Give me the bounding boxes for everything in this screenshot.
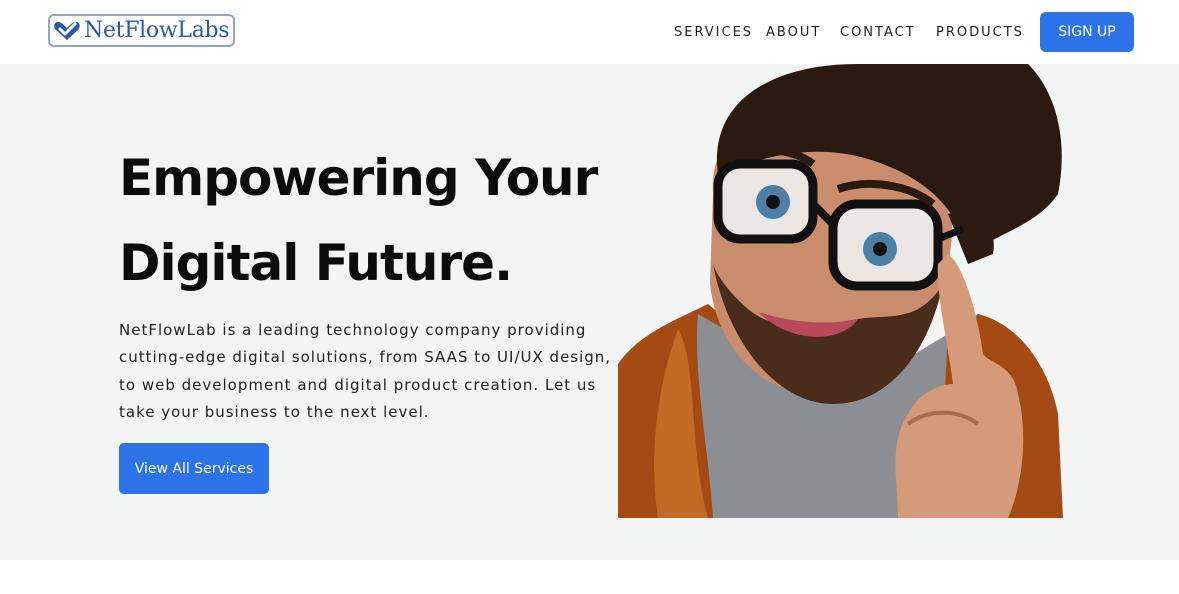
hero-headline-line-2: Digital Future. <box>119 234 513 292</box>
heart-check-icon <box>54 21 80 40</box>
hero-headline: Empowering Your Digital Future. <box>119 136 619 306</box>
logo[interactable]: NetFlowLabs <box>48 14 235 47</box>
logo-text: NetFlowLabs <box>84 18 230 43</box>
page-bottom-strip <box>0 560 1179 594</box>
signup-button[interactable]: SIGN UP <box>1040 12 1134 52</box>
nav-products[interactable]: PRODUCTS <box>936 25 1024 41</box>
hero-section: Empowering Your Digital Future. NetFlowL… <box>0 64 1179 560</box>
nav-contact[interactable]: CONTACT <box>840 25 916 41</box>
nav-services[interactable]: SERVICES <box>674 25 753 41</box>
hero-description: NetFlowLab is a leading technology compa… <box>119 321 612 421</box>
view-all-services-button[interactable]: View All Services <box>119 443 269 494</box>
nav-about[interactable]: ABOUT <box>766 25 821 41</box>
site-header: NetFlowLabs SERVICES ABOUT CONTACT PRODU… <box>0 0 1179 64</box>
hero-image <box>618 64 1063 518</box>
hero-headline-line-1: Empowering Your <box>119 149 598 207</box>
